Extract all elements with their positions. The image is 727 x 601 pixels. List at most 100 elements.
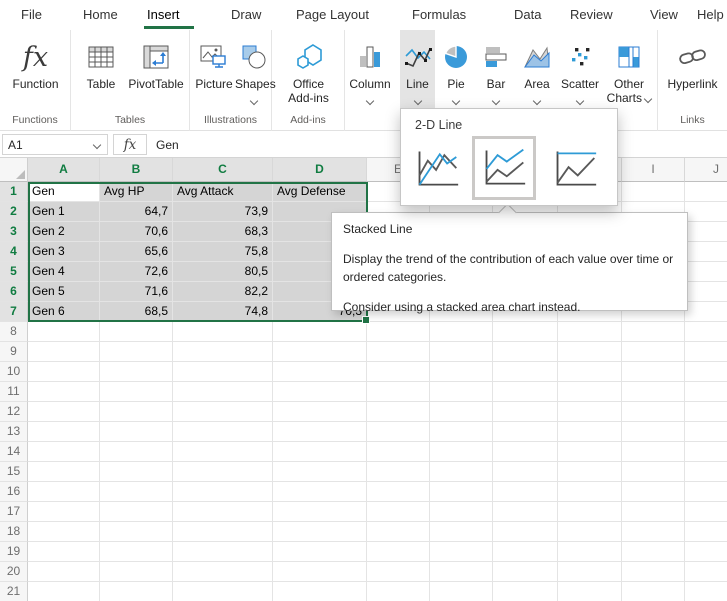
- cell-A10[interactable]: [28, 362, 100, 382]
- column-header-J[interactable]: J: [685, 158, 727, 182]
- column-header-D[interactable]: D: [273, 158, 367, 182]
- cell-J20[interactable]: [685, 562, 727, 582]
- cell-I18[interactable]: [622, 522, 685, 542]
- cell-G20[interactable]: [493, 562, 558, 582]
- cell-D1[interactable]: Avg Defense: [273, 182, 367, 202]
- cell-B18[interactable]: [100, 522, 173, 542]
- cell-J15[interactable]: [685, 462, 727, 482]
- cell-J16[interactable]: [685, 482, 727, 502]
- cell-D9[interactable]: [273, 342, 367, 362]
- cell-H14[interactable]: [558, 442, 622, 462]
- cell-F20[interactable]: [430, 562, 493, 582]
- cell-J13[interactable]: [685, 422, 727, 442]
- cell-J4[interactable]: [685, 242, 727, 262]
- cell-F19[interactable]: [430, 542, 493, 562]
- cell-F18[interactable]: [430, 522, 493, 542]
- cell-E11[interactable]: [367, 382, 430, 402]
- cell-G13[interactable]: [493, 422, 558, 442]
- cell-F17[interactable]: [430, 502, 493, 522]
- row-header-11[interactable]: 11: [0, 382, 28, 402]
- cell-B15[interactable]: [100, 462, 173, 482]
- name-box-chevron-icon[interactable]: [93, 141, 101, 149]
- cell-A14[interactable]: [28, 442, 100, 462]
- cell-C8[interactable]: [173, 322, 273, 342]
- cell-H16[interactable]: [558, 482, 622, 502]
- cell-C1[interactable]: Avg Attack: [173, 182, 273, 202]
- cell-F10[interactable]: [430, 362, 493, 382]
- cell-F15[interactable]: [430, 462, 493, 482]
- cell-A4[interactable]: Gen 3: [28, 242, 100, 262]
- column-header-B[interactable]: B: [100, 158, 173, 182]
- cell-D13[interactable]: [273, 422, 367, 442]
- cell-A1[interactable]: Gen: [28, 182, 100, 202]
- cell-A11[interactable]: [28, 382, 100, 402]
- cell-C20[interactable]: [173, 562, 273, 582]
- row-header-14[interactable]: 14: [0, 442, 28, 462]
- cell-G16[interactable]: [493, 482, 558, 502]
- cell-H18[interactable]: [558, 522, 622, 542]
- cell-A7[interactable]: Gen 6: [28, 302, 100, 322]
- cell-I8[interactable]: [622, 322, 685, 342]
- cell-B19[interactable]: [100, 542, 173, 562]
- cell-B13[interactable]: [100, 422, 173, 442]
- cell-A16[interactable]: [28, 482, 100, 502]
- menu-view[interactable]: View: [650, 7, 678, 22]
- cell-J21[interactable]: [685, 582, 727, 601]
- cell-G17[interactable]: [493, 502, 558, 522]
- row-header-10[interactable]: 10: [0, 362, 28, 382]
- row-header-13[interactable]: 13: [0, 422, 28, 442]
- cell-B5[interactable]: 72,6: [100, 262, 173, 282]
- cell-B7[interactable]: 68,5: [100, 302, 173, 322]
- cell-G18[interactable]: [493, 522, 558, 542]
- column-header-A[interactable]: A: [28, 158, 100, 182]
- column-chart-button[interactable]: Column: [345, 30, 395, 131]
- cell-A8[interactable]: [28, 322, 100, 342]
- cell-D8[interactable]: [273, 322, 367, 342]
- cell-C19[interactable]: [173, 542, 273, 562]
- cell-H15[interactable]: [558, 462, 622, 482]
- cell-J3[interactable]: [685, 222, 727, 242]
- cell-G21[interactable]: [493, 582, 558, 601]
- row-header-16[interactable]: 16: [0, 482, 28, 502]
- cell-A2[interactable]: Gen 1: [28, 202, 100, 222]
- row-header-4[interactable]: 4: [0, 242, 28, 262]
- cell-B3[interactable]: 70,6: [100, 222, 173, 242]
- cell-G14[interactable]: [493, 442, 558, 462]
- cell-B16[interactable]: [100, 482, 173, 502]
- cell-J10[interactable]: [685, 362, 727, 382]
- menu-formulas[interactable]: Formulas: [412, 7, 466, 22]
- cell-B4[interactable]: 65,6: [100, 242, 173, 262]
- cell-D11[interactable]: [273, 382, 367, 402]
- cell-A15[interactable]: [28, 462, 100, 482]
- cell-C15[interactable]: [173, 462, 273, 482]
- cell-C14[interactable]: [173, 442, 273, 462]
- cell-J6[interactable]: [685, 282, 727, 302]
- cell-B11[interactable]: [100, 382, 173, 402]
- cell-G12[interactable]: [493, 402, 558, 422]
- cell-I9[interactable]: [622, 342, 685, 362]
- cell-A9[interactable]: [28, 342, 100, 362]
- cell-B12[interactable]: [100, 402, 173, 422]
- cell-I17[interactable]: [622, 502, 685, 522]
- menu-data[interactable]: Data: [514, 7, 541, 22]
- cell-E12[interactable]: [367, 402, 430, 422]
- cell-D19[interactable]: [273, 542, 367, 562]
- cell-I16[interactable]: [622, 482, 685, 502]
- cell-I14[interactable]: [622, 442, 685, 462]
- row-header-12[interactable]: 12: [0, 402, 28, 422]
- cell-D16[interactable]: [273, 482, 367, 502]
- cell-A13[interactable]: [28, 422, 100, 442]
- cell-F8[interactable]: [430, 322, 493, 342]
- cell-E14[interactable]: [367, 442, 430, 462]
- cell-D14[interactable]: [273, 442, 367, 462]
- cell-H12[interactable]: [558, 402, 622, 422]
- select-all-corner[interactable]: [0, 158, 28, 182]
- cell-B20[interactable]: [100, 562, 173, 582]
- cell-C5[interactable]: 80,5: [173, 262, 273, 282]
- cell-B8[interactable]: [100, 322, 173, 342]
- cell-J9[interactable]: [685, 342, 727, 362]
- cell-J17[interactable]: [685, 502, 727, 522]
- cell-J5[interactable]: [685, 262, 727, 282]
- cell-H9[interactable]: [558, 342, 622, 362]
- cell-I12[interactable]: [622, 402, 685, 422]
